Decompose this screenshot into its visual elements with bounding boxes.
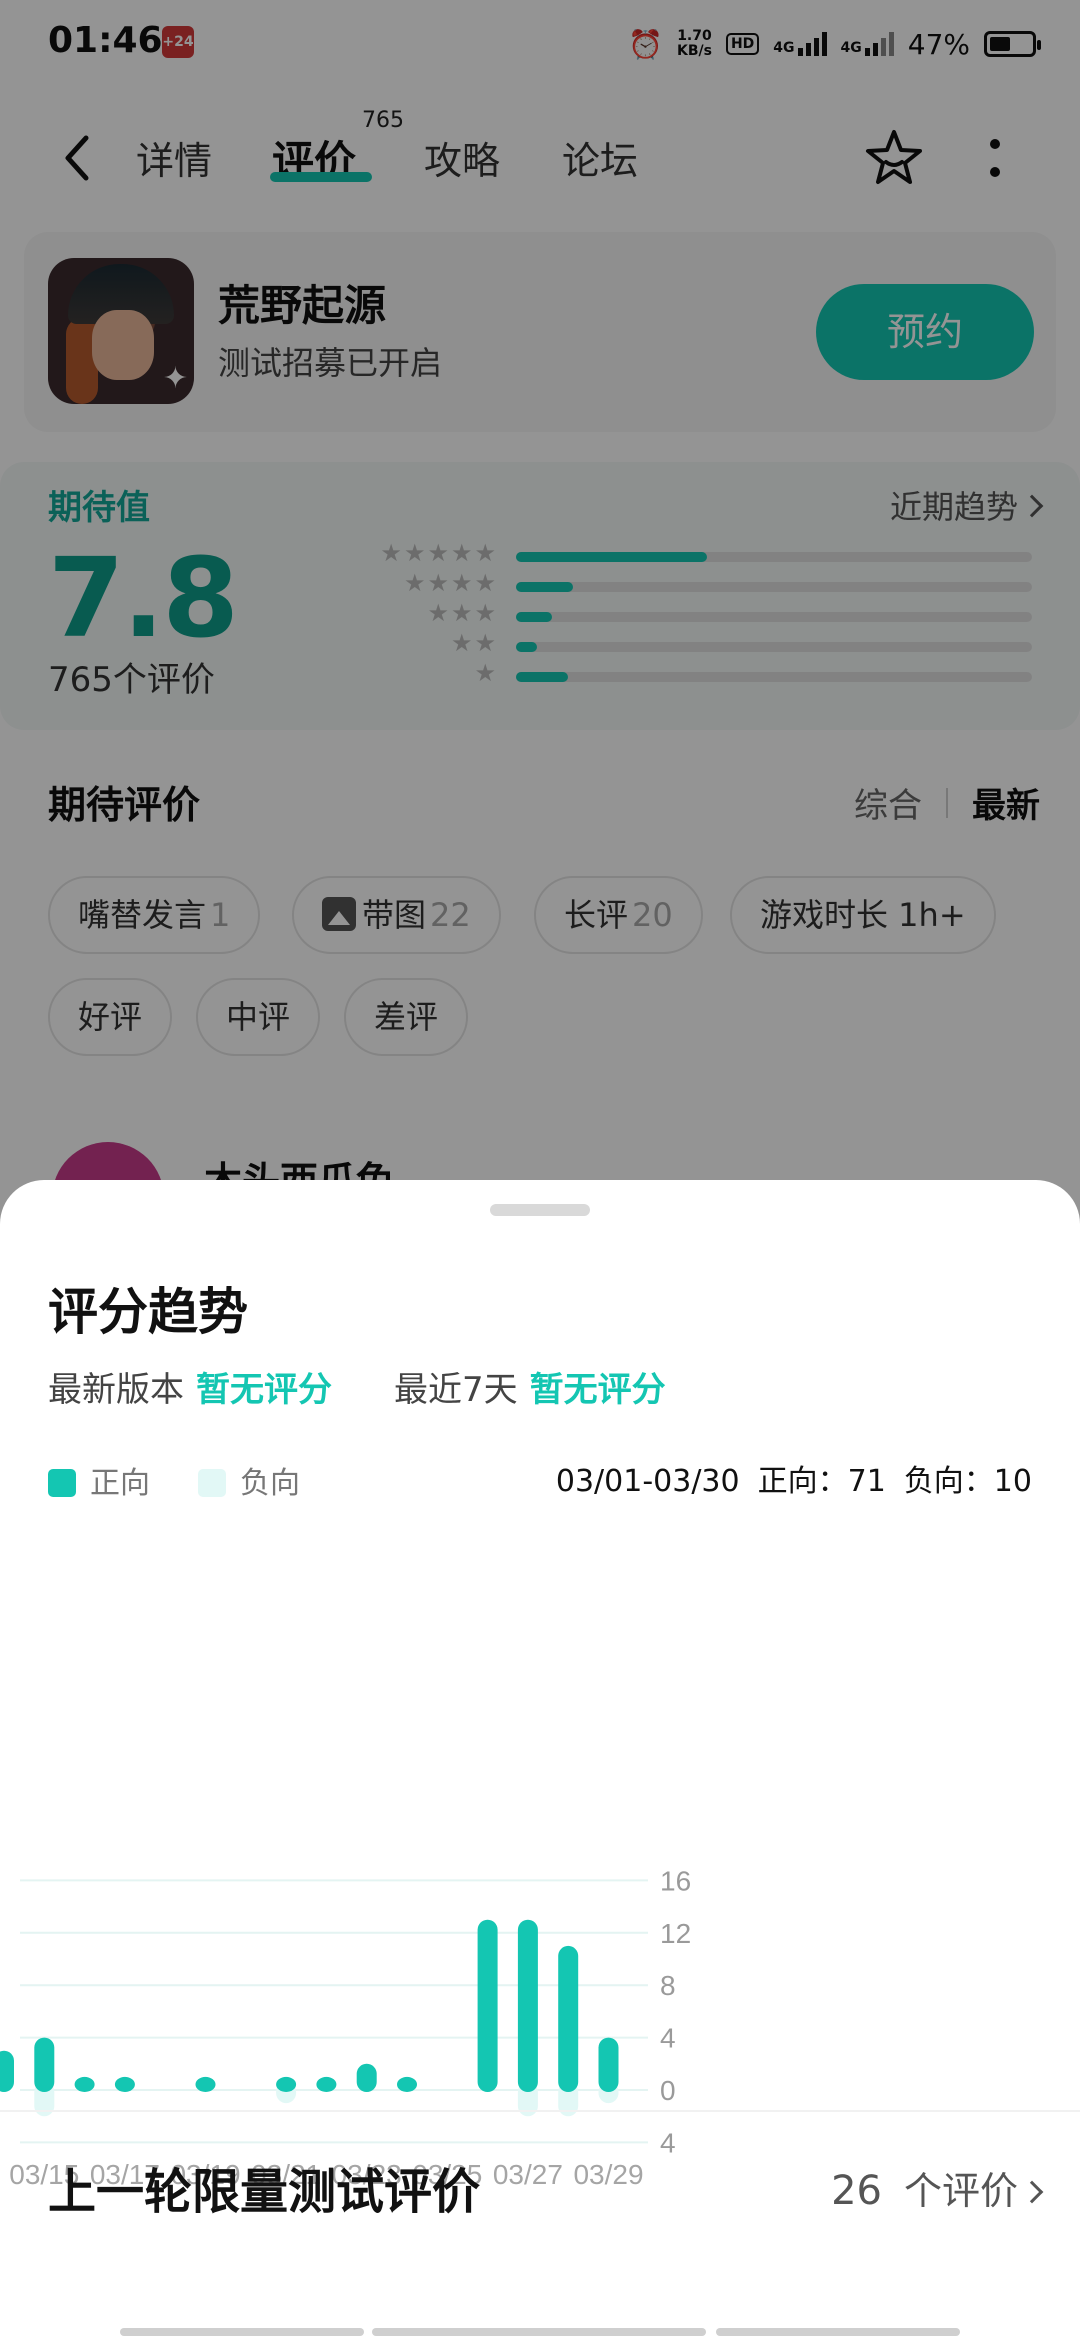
positive-bar xyxy=(316,2076,337,2092)
positive-bar xyxy=(477,1919,498,2092)
negative-swatch xyxy=(198,1469,226,1497)
positive-swatch xyxy=(48,1469,76,1497)
positive-bar xyxy=(0,2050,14,2092)
previous-test-title: 上一轮限量测试评价 xyxy=(48,2164,481,2220)
y-tick-label: 12 xyxy=(660,1918,691,1949)
y-tick-label: 0 xyxy=(660,2075,676,2106)
x-tick-label: 03/29 xyxy=(573,2159,643,2190)
last-7-days-summary: 最近7天 暂无评分 xyxy=(394,1370,666,1410)
sheet-title: 评分趋势 xyxy=(48,1283,248,1341)
positive-bar xyxy=(356,2063,377,2092)
y-tick-label: 8 xyxy=(660,1970,676,2001)
divider xyxy=(0,2110,1080,2112)
positive-bar xyxy=(74,2076,95,2092)
y-tick-label: 4 xyxy=(660,2023,676,2054)
x-tick-label: 03/27 xyxy=(493,2159,563,2190)
previous-test-count[interactable]: 26 个评价 xyxy=(831,2160,1044,2215)
chevron-right-icon xyxy=(1020,2180,1044,2204)
legend-positive: 正向 xyxy=(48,1458,150,1502)
latest-version-summary: 最新版本 暂无评分 xyxy=(48,1370,332,1410)
positive-bar xyxy=(397,2076,417,2092)
positive-bar xyxy=(598,2037,619,2092)
positive-bar xyxy=(558,1945,579,2092)
home-indicator xyxy=(372,2328,706,2336)
positive-bar xyxy=(34,2037,55,2092)
positive-bar xyxy=(276,2076,297,2092)
y-tick-label: 16 xyxy=(660,1865,691,1896)
positive-bar xyxy=(114,2076,135,2092)
drag-handle[interactable] xyxy=(490,1204,590,1216)
home-indicator xyxy=(120,2328,364,2336)
positive-bar xyxy=(195,2076,216,2092)
y-tick-label: 4 xyxy=(660,2127,676,2158)
positive-bar xyxy=(517,1919,538,2092)
range-summary: 03/01-03/30 正向：71 负向：10 xyxy=(555,1464,1032,1499)
rating-trend-sheet: 评分趋势 最新版本 暂无评分 最近7天 暂无评分 正向 负向 03/01-03/30… xyxy=(0,1180,1080,2340)
legend-negative: 负向 xyxy=(198,1458,300,1502)
home-indicator xyxy=(716,2328,960,2336)
